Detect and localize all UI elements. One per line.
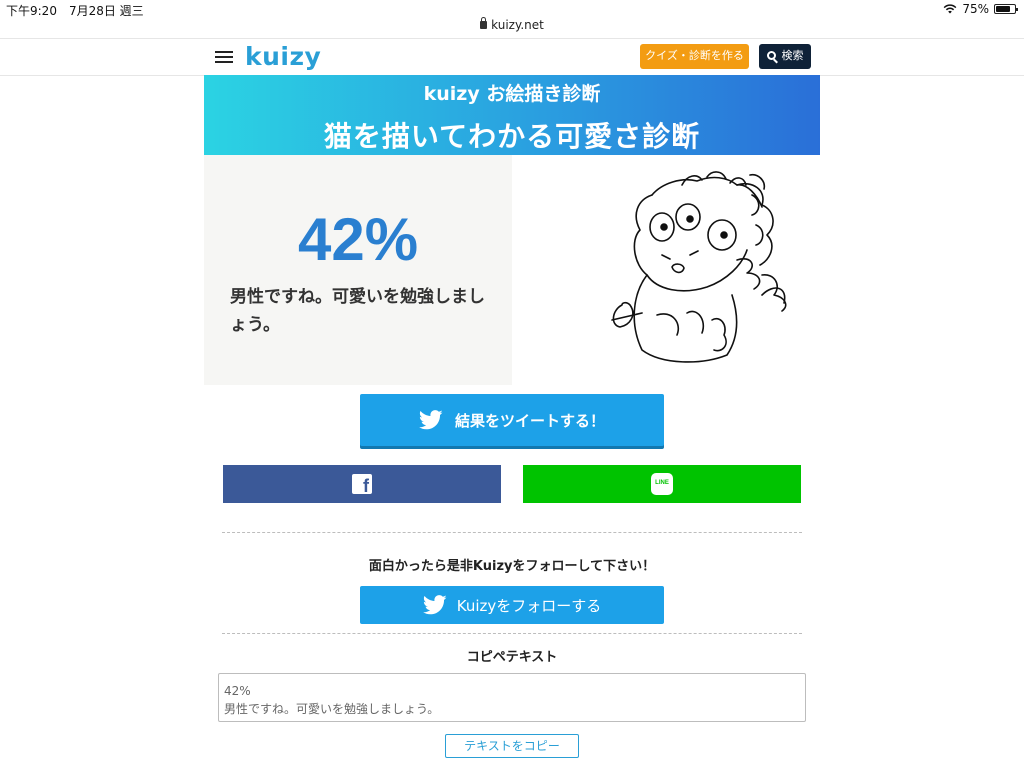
battery-percent: 75% — [962, 2, 989, 16]
line-share-button[interactable]: LINE — [523, 465, 801, 503]
copy-text-title: コピペテキスト — [466, 650, 558, 665]
divider — [222, 532, 802, 533]
status-right: 75% — [943, 2, 1018, 16]
quiz-banner: kuizy お絵描き診断 猫を描いてわかる可愛さ診断 — [204, 75, 820, 155]
divider — [222, 633, 802, 634]
follow-prompt: 面白かったら是非Kuizyをフォローして下さい！ — [368, 559, 656, 574]
battery-icon — [994, 4, 1018, 14]
follow-kuizy-button[interactable]: Kuizyをフォローする — [360, 586, 664, 624]
search-button[interactable]: 検索 — [759, 44, 811, 69]
search-button-label: 検索 — [781, 50, 804, 62]
result-message: 男性ですね。可愛いを勉強しましょう。 — [230, 287, 485, 335]
twitter-bird-icon — [422, 595, 447, 615]
search-icon — [766, 51, 776, 60]
banner-title: 猫を描いてわかる可愛さ診断 — [323, 120, 701, 153]
result-percent: 42% — [297, 206, 419, 273]
url-text: kuizy.net — [491, 18, 544, 32]
status-time-date: 下午9:20 7月28日 週三 — [6, 4, 144, 18]
follow-kuizy-label: Kuizyをフォローする — [456, 596, 602, 615]
banner-subtitle: kuizy お絵描き診断 — [423, 83, 601, 105]
copy-text-button[interactable]: テキストをコピー — [445, 734, 579, 758]
create-quiz-button[interactable]: クイズ・診断を作る — [640, 44, 749, 69]
kuizy-logo[interactable]: kuizy — [245, 42, 321, 71]
copy-textarea[interactable]: 42% 男性ですね。可愛いを勉強しましょう。 — [218, 673, 806, 722]
facebook-icon: f — [352, 474, 372, 495]
site-header: kuizy クイズ・診断を作る 検索 — [0, 38, 1024, 76]
status-bar: 下午9:20 7月28日 週三 75% — [0, 0, 1024, 18]
wifi-icon — [943, 4, 957, 14]
address-bar[interactable]: kuizy.net — [0, 17, 1024, 38]
twitter-bird-icon — [418, 410, 443, 430]
cat-drawing-sketch — [611, 171, 787, 363]
result-panel: 42% 男性ですね。可愛いを勉強しましょう。 — [204, 155, 512, 385]
facebook-share-button[interactable]: f — [223, 465, 501, 503]
lock-icon — [480, 17, 488, 29]
tweet-result-button[interactable]: 結果をツイートする！ — [360, 394, 664, 446]
cat-drawing — [512, 155, 820, 385]
tweet-result-label: 結果をツイートする！ — [454, 411, 605, 430]
line-icon: LINE — [651, 473, 673, 495]
hamburger-menu-icon[interactable] — [215, 51, 233, 64]
